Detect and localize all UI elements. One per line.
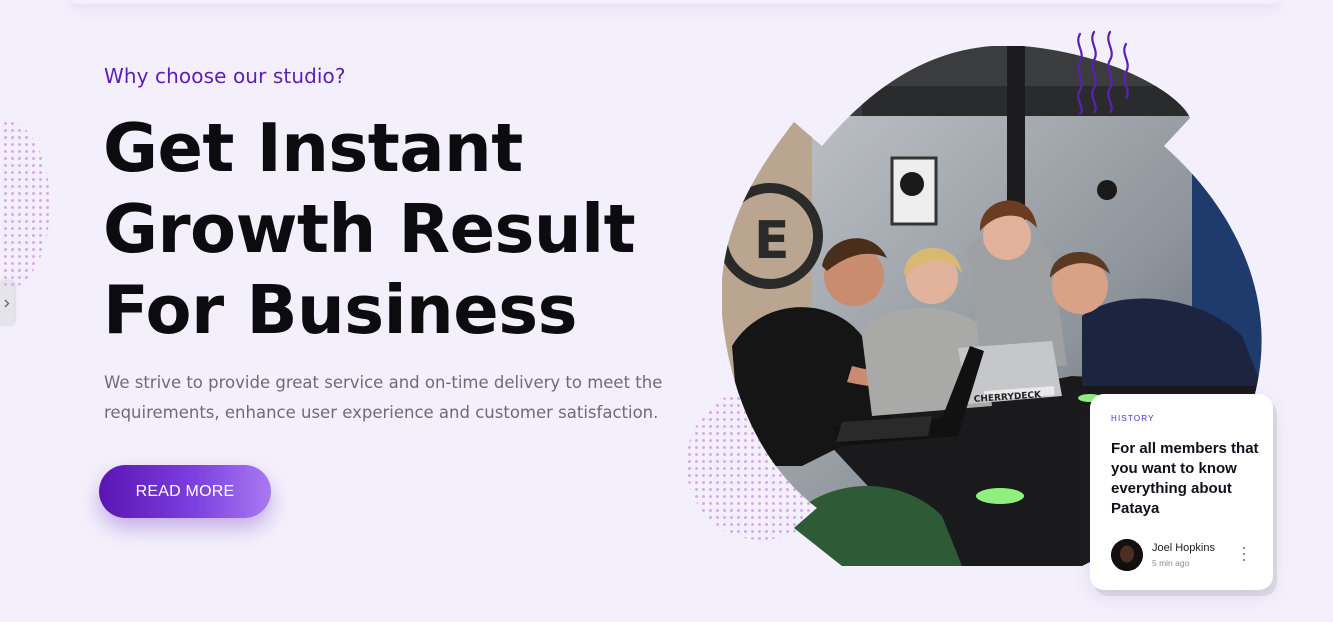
card-title[interactable]: For all members that you want to know ev… <box>1111 439 1261 519</box>
avatar <box>1111 539 1143 571</box>
read-more-button[interactable]: READ MORE <box>99 465 271 518</box>
post-timestamp: 5 min ago <box>1152 558 1190 568</box>
card-category-tag: HISTORY <box>1111 414 1155 423</box>
hero-headline-line: Growth Result <box>103 190 636 268</box>
author-name: Joel Hopkins <box>1152 542 1215 554</box>
hero-headline-line: For Business <box>103 271 577 349</box>
hero-headline: Get Instant Growth Result For Business <box>103 108 636 351</box>
hero-intro: We strive to provide great service and o… <box>104 373 663 422</box>
svg-text:E: E <box>754 211 790 271</box>
squiggle-decoration <box>1077 30 1129 116</box>
hero-eyebrow: Why choose our studio? <box>104 64 346 88</box>
more-vertical-icon[interactable] <box>1240 547 1248 561</box>
header-shadow-bar <box>70 0 1280 4</box>
blog-card[interactable]: HISTORY For all members that you want to… <box>1090 394 1273 590</box>
chevron-right-icon <box>4 299 10 307</box>
hero-headline-line: Get Instant <box>103 109 523 187</box>
dot-pattern-decoration <box>0 120 50 290</box>
